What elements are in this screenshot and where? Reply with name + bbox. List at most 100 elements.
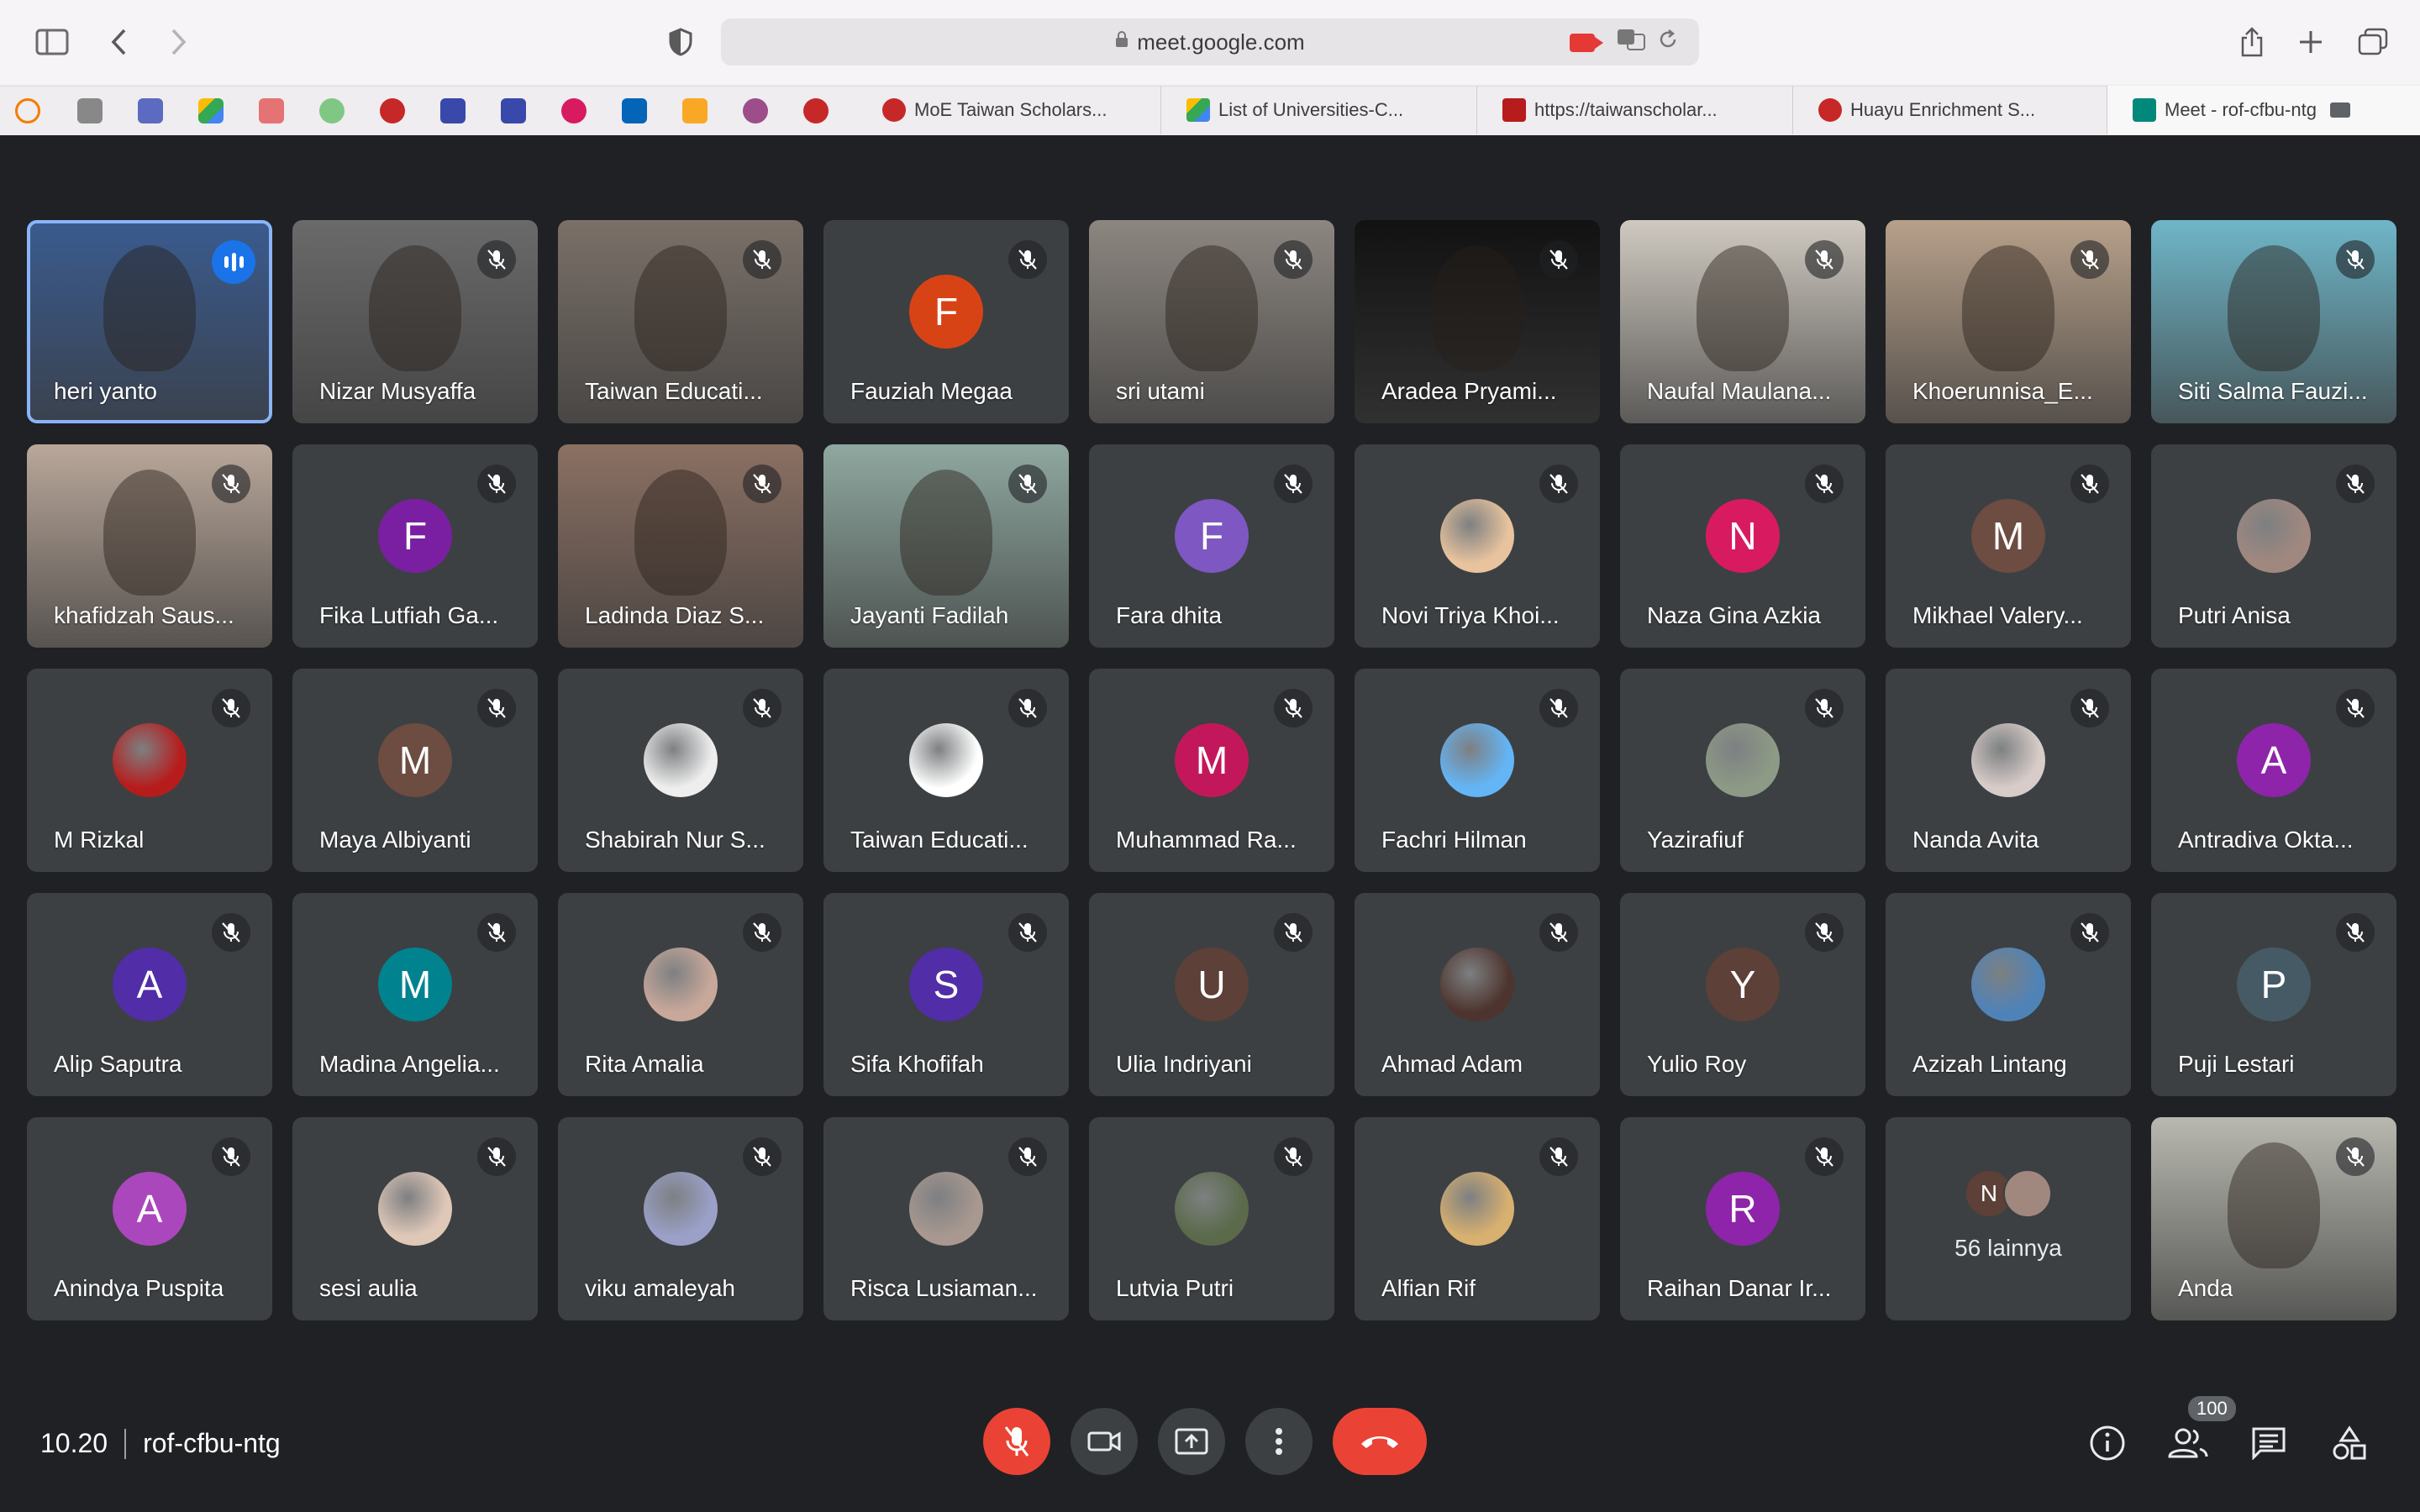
participant-tile[interactable]: Nanda Avita	[1886, 669, 2131, 872]
participant-tile[interactable]: Alfian Rif	[1355, 1117, 1600, 1320]
participant-tile[interactable]: viku amaleyah	[558, 1117, 803, 1320]
tab-moe-taiwan[interactable]: MoE Taiwan Scholars...	[857, 86, 1161, 134]
participant-tile[interactable]: M Rizkal	[27, 669, 272, 872]
participant-tile[interactable]: Jayanti Fadilah	[823, 444, 1069, 648]
participant-tile[interactable]: Novi Triya Khoi...	[1355, 444, 1600, 648]
avatar-photo	[1440, 1172, 1514, 1246]
participant-name: Jayanti Fadilah	[850, 602, 1009, 628]
participant-tile[interactable]: Risca Lusiaman...	[823, 1117, 1069, 1320]
participant-tile[interactable]: N 56 lainnya	[1886, 1117, 2131, 1320]
participant-tile[interactable]: A Anindya Puspita	[27, 1117, 272, 1320]
participant-tile[interactable]: Putri Anisa	[2151, 444, 2396, 648]
camera-in-use-icon[interactable]	[1570, 33, 1603, 52]
participant-tile[interactable]: A Antradiva Okta...	[2151, 669, 2396, 872]
bookmark-qr-icon[interactable]	[77, 98, 103, 123]
participant-tile[interactable]: M Mikhael Valery...	[1886, 444, 2131, 648]
mic-off-icon	[1008, 689, 1047, 727]
more-options-button[interactable]	[1245, 1408, 1313, 1475]
present-screen-button[interactable]	[1158, 1408, 1225, 1475]
participant-tile[interactable]: Azizah Lintang	[1886, 893, 2131, 1096]
participant-tile[interactable]: Ahmad Adam	[1355, 893, 1600, 1096]
back-icon[interactable]	[99, 22, 139, 62]
new-tab-icon[interactable]	[2291, 22, 2331, 62]
chat-icon	[2252, 1427, 2286, 1460]
bookmark-icon[interactable]	[319, 98, 345, 123]
bookmark-icon[interactable]	[15, 98, 40, 123]
bookmark-icon[interactable]	[440, 98, 466, 123]
participant-tile[interactable]: Taiwan Educati...	[823, 669, 1069, 872]
microphone-toggle-button[interactable]	[983, 1408, 1050, 1475]
mic-off-icon	[2336, 913, 2375, 952]
participant-tile[interactable]: Lutvia Putri	[1089, 1117, 1334, 1320]
mic-off-icon	[1539, 240, 1578, 279]
bookmark-drive-icon[interactable]	[198, 98, 224, 123]
participant-tile[interactable]: Naufal Maulana...	[1620, 220, 1865, 423]
meeting-details-button[interactable]	[2084, 1420, 2131, 1467]
participant-tile[interactable]: A Alip Saputra	[27, 893, 272, 1096]
bookmark-flower-icon[interactable]	[743, 98, 768, 123]
participant-tile[interactable]: sesi aulia	[292, 1117, 538, 1320]
participant-tile[interactable]: U Ulia Indriyani	[1089, 893, 1334, 1096]
camera-toggle-button[interactable]	[1071, 1408, 1138, 1475]
avatar-photo	[1971, 948, 2045, 1021]
chat-button[interactable]	[2245, 1420, 2292, 1467]
participant-tile[interactable]: N Naza Gina Azkia	[1620, 444, 1865, 648]
mic-off-icon	[2336, 1137, 2375, 1176]
tab-overview-icon[interactable]	[2353, 22, 2393, 62]
bookmark-icon[interactable]	[501, 98, 526, 123]
tab-huayu-enrichment[interactable]: Huayu Enrichment S...	[1793, 86, 2107, 134]
participant-tile[interactable]: Y Yulio Roy	[1620, 893, 1865, 1096]
participant-tile[interactable]: Nizar Musyaffa	[292, 220, 538, 423]
video-feed	[634, 245, 727, 371]
avatar: F	[909, 275, 983, 349]
share-icon[interactable]	[2232, 22, 2272, 62]
participant-tile[interactable]: sri utami	[1089, 220, 1334, 423]
bookmark-icon[interactable]	[803, 98, 829, 123]
forward-icon[interactable]	[158, 22, 198, 62]
translate-icon[interactable]	[1617, 29, 1645, 56]
participant-tile[interactable]: P Puji Lestari	[2151, 893, 2396, 1096]
participant-tile[interactable]: F Fika Lutfiah Ga...	[292, 444, 538, 648]
participant-name: Anindya Puspita	[54, 1275, 224, 1301]
participant-tile[interactable]: Ladinda Diaz S...	[558, 444, 803, 648]
tab-meet[interactable]: Meet - rof-cfbu-ntg	[2107, 86, 2420, 134]
participant-name: Anda	[2178, 1275, 2233, 1301]
bookmark-icon[interactable]	[259, 98, 284, 123]
participant-tile[interactable]: R Raihan Danar Ir...	[1620, 1117, 1865, 1320]
participant-tile[interactable]: Shabirah Nur S...	[558, 669, 803, 872]
participant-name: sri utami	[1116, 378, 1205, 404]
participant-tile[interactable]: Khoerunnisa_E...	[1886, 220, 2131, 423]
participant-tile[interactable]: heri yanto	[27, 220, 272, 423]
sidebar-icon[interactable]	[32, 22, 72, 62]
bookmark-outlook-icon[interactable]	[622, 98, 647, 123]
privacy-shield-icon[interactable]	[660, 22, 701, 62]
reload-icon[interactable]	[1657, 29, 1679, 56]
participant-tile[interactable]: Fachri Hilman	[1355, 669, 1600, 872]
participant-tile[interactable]: M Madina Angelia...	[292, 893, 538, 1096]
participant-tile[interactable]: Aradea Pryami...	[1355, 220, 1600, 423]
participant-tile[interactable]: F Fara dhita	[1089, 444, 1334, 648]
avatar-photo	[1440, 723, 1514, 797]
bookmark-list-icon[interactable]	[138, 98, 163, 123]
participant-tile[interactable]: F Fauziah Megaa	[823, 220, 1069, 423]
participant-tile[interactable]: Yazirafiuf	[1620, 669, 1865, 872]
participant-tile[interactable]: S Sifa Khofifah	[823, 893, 1069, 1096]
leave-call-button[interactable]	[1333, 1408, 1427, 1475]
mic-off-icon	[743, 913, 781, 952]
participant-tile[interactable]: Siti Salma Fauzi...	[2151, 220, 2396, 423]
tab-taiwanscholar[interactable]: https://taiwanscholar...	[1477, 86, 1793, 134]
activities-button[interactable]	[2326, 1420, 2373, 1467]
address-bar[interactable]: meet.google.com	[721, 18, 1699, 66]
bookmark-icon[interactable]	[561, 98, 587, 123]
bookmark-flag-icon[interactable]	[380, 98, 405, 123]
participant-tile[interactable]: M Maya Albiyanti	[292, 669, 538, 872]
participant-tile[interactable]: Rita Amalia	[558, 893, 803, 1096]
participant-tile[interactable]: khafidzah Saus...	[27, 444, 272, 648]
bookmark-t-icon[interactable]	[682, 98, 708, 123]
participant-tile[interactable]: Taiwan Educati...	[558, 220, 803, 423]
participant-tile[interactable]: M Muhammad Ra...	[1089, 669, 1334, 872]
participant-tile[interactable]: Anda	[2151, 1117, 2396, 1320]
people-button[interactable]	[2165, 1420, 2212, 1467]
mic-off-icon	[1008, 913, 1047, 952]
tab-list-universities[interactable]: List of Universities-C...	[1161, 86, 1477, 134]
